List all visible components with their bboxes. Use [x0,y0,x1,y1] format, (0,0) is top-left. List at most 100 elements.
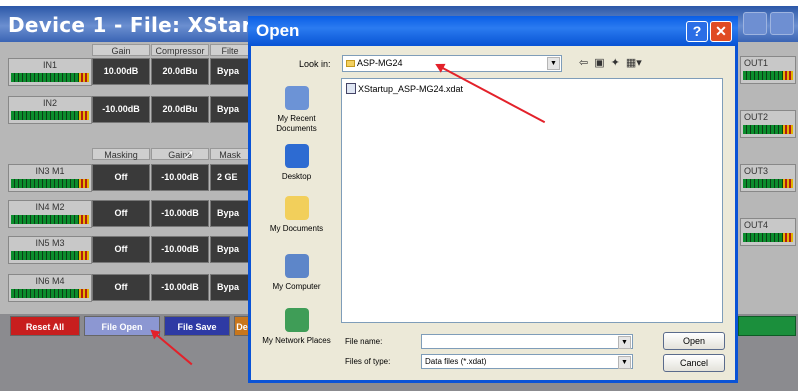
files-of-type-label: Files of type: [345,357,391,366]
files-of-type-dropdown[interactable]: Data files (*.xdat) ▼ [421,354,633,369]
up-folder-icon[interactable]: ▣ [594,56,604,69]
level-meter [11,215,89,224]
output-label-out2: OUT2 [740,110,796,138]
mask-cell[interactable]: Bypa [210,274,250,301]
look-in-dropdown[interactable]: ASP-MG24 ▼ [342,55,562,72]
file-name-label: File name: [345,337,383,346]
status-bar-green [738,316,796,336]
column-header-gain: Gain [92,44,150,56]
compressor-cell[interactable]: 20.0dBu [151,96,209,123]
gains-cell[interactable]: -10.00dB [151,200,209,227]
file-name-input[interactable]: ▼ [421,334,633,349]
column-header-mask: Mask [210,148,250,160]
place-my-recent-documents[interactable]: My Recent Documents [259,86,334,134]
mouse-cursor-icon: ➚ [183,146,195,162]
column-header-masking: Masking [92,148,150,160]
maximize-icon[interactable] [770,12,794,35]
filter-cell[interactable]: Bypa [210,96,250,123]
recent-documents-icon [284,86,309,110]
gain-cell[interactable]: 10.00dB [92,58,150,85]
mask-cell[interactable]: Bypa [210,236,250,263]
new-folder-icon[interactable]: ✦ [611,56,620,69]
views-menu-icon[interactable]: ▦▾ [626,56,642,69]
level-meter [11,251,89,260]
masking-cell[interactable]: Off [92,274,150,301]
place-desktop[interactable]: Desktop [259,144,334,182]
my-computer-icon [284,254,309,278]
level-meter [11,73,89,82]
masking-cell[interactable]: Off [92,164,150,191]
place-label: My Network Places [262,336,331,345]
place-my-documents[interactable]: My Documents [259,196,334,234]
level-meter [11,289,89,298]
place-label: My Documents [269,224,324,233]
output-label-out1: OUT1 [740,56,796,84]
level-meter [11,179,89,188]
column-header-filter: Filte [210,44,250,56]
open-dialog: Open ? ✕ Look in: ASP-MG24 ▼ ⇦ ▣ ✦ ▦▾ My… [248,16,738,383]
file-item[interactable]: XStartup_ASP-MG24.xdat [346,83,463,94]
places-bar: My Recent Documents Desktop My Documents… [259,76,334,371]
channel-name: IN3 M1 [35,166,65,176]
channel-label-in4: IN4 M2 [8,200,92,228]
compressor-cell[interactable]: 20.0dBu [151,58,209,85]
desktop-icon [284,144,309,168]
dialog-title-bar: Open ? ✕ [248,16,738,46]
chevron-down-icon[interactable]: ▼ [618,336,631,349]
channel-name: IN4 M2 [35,202,65,212]
look-in-label: Look in: [299,59,331,69]
masking-cell[interactable]: Off [92,236,150,263]
filter-cell[interactable]: Bypa [210,58,250,85]
mask-cell[interactable]: Bypa [210,200,250,227]
app-window-buttons [743,12,794,35]
level-meter [743,233,793,242]
my-documents-icon [284,196,309,220]
files-of-type-value: Data files (*.xdat) [425,357,487,366]
dialog-title: Open [256,21,300,40]
open-button[interactable]: Open [663,332,725,350]
file-save-button[interactable]: File Save [164,316,230,336]
file-icon [346,83,356,94]
file-name: XStartup_ASP-MG24.xdat [358,84,464,94]
output-label-out3: OUT3 [740,164,796,192]
level-meter [11,111,89,120]
channel-label-in5: IN5 M3 [8,236,92,264]
gains-cell[interactable]: -10.00dB [151,164,209,191]
level-meter [743,179,793,188]
place-label: My Recent Documents [276,114,317,133]
back-icon[interactable]: ⇦ [579,56,588,69]
channel-name: IN5 M3 [35,238,65,248]
channel-label-in6: IN6 M4 [8,274,92,302]
close-button[interactable]: ✕ [710,21,732,42]
masking-cell[interactable]: Off [92,200,150,227]
minimize-icon[interactable] [743,12,767,35]
column-header-compressor: Compressor [151,44,209,56]
level-meter [743,71,793,80]
dialog-toolbar: ⇦ ▣ ✦ ▦▾ [579,56,642,69]
channel-label-in3: IN3 M1 [8,164,92,192]
column-header-gains: Gains [151,148,209,160]
place-label: Desktop [281,172,312,181]
channel-label-in1: IN1 [8,58,92,86]
cancel-button[interactable]: Cancel [663,354,725,372]
place-my-computer[interactable]: My Computer [259,254,334,292]
network-places-icon [284,308,309,332]
place-my-network-places[interactable]: My Network Places [259,308,334,346]
channel-label-in2: IN2 [8,96,92,124]
output-name: OUT1 [744,58,769,68]
look-in-value: ASP-MG24 [357,58,403,68]
gains-cell[interactable]: -10.00dB [151,236,209,263]
gain-cell[interactable]: -10.00dB [92,96,150,123]
reset-all-button[interactable]: Reset All [10,316,80,336]
output-name: OUT4 [744,220,769,230]
folder-icon [346,60,355,67]
channel-name: IN2 [42,98,57,108]
help-button[interactable]: ? [686,21,708,42]
place-label: My Computer [272,282,321,291]
output-name: OUT3 [744,166,769,176]
gains-cell[interactable]: -10.00dB [151,274,209,301]
output-label-out4: OUT4 [740,218,796,246]
chevron-down-icon[interactable]: ▼ [547,57,560,70]
chevron-down-icon[interactable]: ▼ [618,356,631,369]
mask-cell[interactable]: 2 GE [210,164,250,191]
